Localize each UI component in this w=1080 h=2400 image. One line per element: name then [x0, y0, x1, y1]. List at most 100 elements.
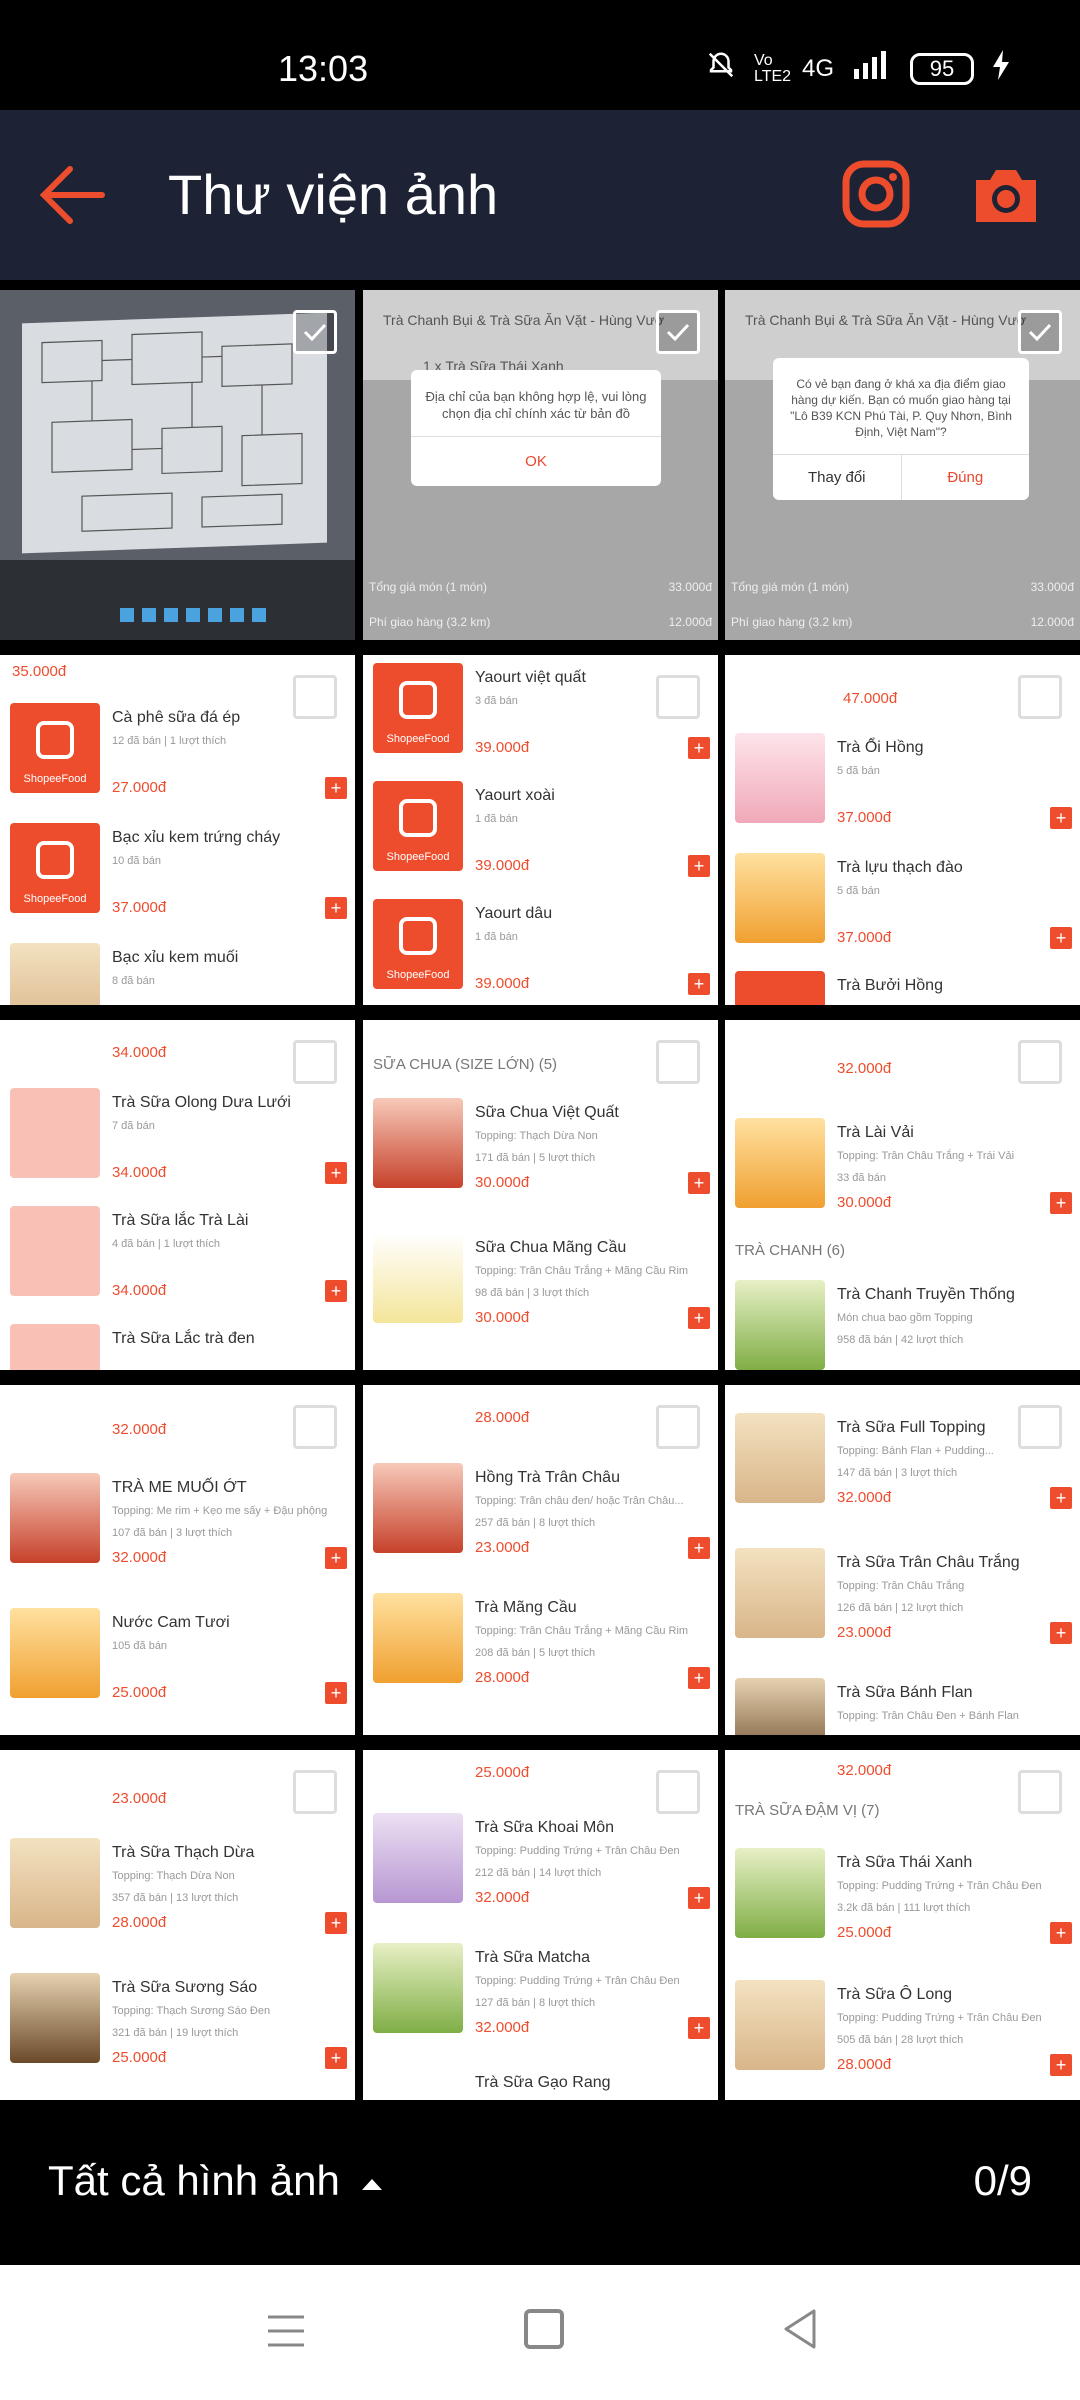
album-filter-dropdown[interactable]: Tất cả hình ảnh: [48, 2157, 384, 2205]
photo-thumbnail[interactable]: 34.000đ Trà Sữa Olong Dưa Lưới 7 đã bán …: [0, 1020, 355, 1370]
item-name: Trà Sữa Sương Sáo: [112, 1979, 258, 1996]
item-image: [10, 1206, 100, 1296]
item-image: [10, 1973, 100, 2063]
item-name: Trà Sữa Full Topping: [837, 1419, 986, 1436]
add-icon: +: [688, 737, 710, 759]
item-meta: 33 đã bán: [837, 1172, 886, 1184]
add-icon: +: [688, 2017, 710, 2039]
list-item: Trà Bưởi Hồng: [725, 963, 1080, 1005]
list-item: Trà Sữa Bánh Flan Topping: Trân Châu Đen…: [725, 1670, 1080, 1735]
item-name: Sữa Chua Việt Quất: [475, 1104, 619, 1121]
select-checkbox[interactable]: [293, 1770, 337, 1814]
item-meta: 4 đã bán | 1 lượt thích: [112, 1238, 220, 1250]
item-image: [735, 1413, 825, 1503]
item-price: 25.000đ: [112, 1684, 167, 1701]
item-meta: 171 đã bán | 5 lượt thích: [475, 1152, 596, 1164]
select-checkbox[interactable]: [293, 1040, 337, 1084]
recent-apps-button[interactable]: [266, 2313, 306, 2349]
item-image: ShopeeFood: [373, 663, 463, 753]
check-icon: [303, 1053, 327, 1072]
list-item: Nước Cam Tươi 105 đã bán 25.000đ +: [0, 1600, 355, 1720]
check-icon: [1028, 323, 1052, 342]
photo-thumbnail[interactable]: Trà Sữa Full Topping Topping: Bánh Flan …: [725, 1385, 1080, 1735]
photo-thumbnail[interactable]: 47.000đ Trà Ổi Hồng 5 đã bán 37.000đ + T…: [725, 655, 1080, 1005]
item-name: Trà Sữa Trân Châu Trắng: [837, 1554, 1020, 1571]
add-icon: +: [325, 777, 347, 799]
instagram-button[interactable]: [840, 158, 912, 230]
check-icon: [666, 1783, 690, 1802]
item-topping: Topping: Trân Châu Trắng + Mãng Cầu Rim: [475, 1625, 689, 1637]
photo-thumbnail[interactable]: 35.000đ ShopeeFood Cà phê sữa đá ép 12 đ…: [0, 655, 355, 1005]
select-checkbox[interactable]: [1018, 1405, 1062, 1449]
item-topping: Topping: Pudding Trứng + Trân Châu Đen: [475, 1845, 680, 1857]
select-checkbox[interactable]: [293, 310, 337, 354]
item-price: 23.000đ: [837, 1624, 892, 1641]
photo-thumbnail[interactable]: Trà Chanh Bụi & Trà Sữa Ăn Vặt - Hùng Vư…: [363, 290, 718, 640]
camera-button[interactable]: [970, 158, 1042, 230]
item-name: Hồng Trà Trân Châu: [475, 1469, 620, 1486]
photo-thumbnail[interactable]: 32.000đ TRÀ ME MUỐI ỚT Topping: Me rim +…: [0, 1385, 355, 1735]
select-checkbox[interactable]: [293, 675, 337, 719]
item-name: Trà Ổi Hồng: [837, 739, 924, 756]
item-price: 30.000đ: [837, 1194, 892, 1211]
photo-thumbnail[interactable]: 32.000đ TRÀ SỮA ĐẬM VỊ (7) Trà Sữa Thái …: [725, 1750, 1080, 2100]
dialog-confirm-button: Đúng: [900, 455, 1030, 500]
select-checkbox[interactable]: [1018, 1770, 1062, 1814]
add-icon: +: [1050, 1622, 1072, 1644]
check-icon: [303, 688, 327, 707]
item-price: 47.000đ: [843, 690, 898, 707]
item-price: 32.000đ: [475, 2019, 530, 2036]
item-price: 32.000đ: [112, 1549, 167, 1566]
photo-thumbnail[interactable]: 28.000đ Hồng Trà Trân Châu Topping: Trân…: [363, 1385, 718, 1735]
select-checkbox[interactable]: [1018, 675, 1062, 719]
shipping-value: 12.000đ: [1030, 615, 1074, 629]
item-image: [373, 1233, 463, 1323]
home-button[interactable]: [524, 2309, 564, 2349]
check-icon: [303, 1418, 327, 1437]
list-item: Trà Sữa lắc Trà Lài 4 đã bán | 1 lượt th…: [0, 1198, 355, 1318]
item-price: 32.000đ: [112, 1421, 167, 1438]
list-item: Trà Sữa Khoai Môn Topping: Pudding Trứng…: [363, 1805, 718, 1925]
photo-thumbnail[interactable]: 32.000đ Trà Lài Vải Topping: Trân Châu T…: [725, 1020, 1080, 1370]
item-price: 34.000đ: [112, 1164, 167, 1181]
add-icon: +: [325, 897, 347, 919]
total-label: Tổng giá món (1 món): [369, 580, 488, 594]
system-back-button[interactable]: [780, 2307, 820, 2351]
select-checkbox[interactable]: [1018, 310, 1062, 354]
photo-thumbnail[interactable]: ShopeeFood Yaourt việt quất 3 đã bán 39.…: [363, 655, 718, 1005]
select-checkbox[interactable]: [293, 1405, 337, 1449]
item-meta: 98 đã bán | 3 lượt thích: [475, 1287, 590, 1299]
list-item: Trà Sữa Lắc trà đen: [0, 1316, 355, 1370]
select-checkbox[interactable]: [656, 310, 700, 354]
add-icon: +: [1050, 807, 1072, 829]
item-price: 34.000đ: [112, 1282, 167, 1299]
check-icon: [1028, 1783, 1052, 1802]
shipping-value: 12.000đ: [668, 615, 712, 629]
system-nav-bar: [0, 2265, 1080, 2400]
photo-thumbnail[interactable]: SỮA CHUA (SIZE LỚN) (5) Sữa Chua Việt Qu…: [363, 1020, 718, 1370]
item-topping: Topping: Thạch Sương Sáo Đen: [112, 2005, 271, 2017]
item-name: Trà Sữa Gạo Rang: [475, 2074, 611, 2091]
item-topping: Món chua bao gồm Topping: [837, 1312, 973, 1324]
photo-thumbnail[interactable]: Trà Chanh Bụi & Trà Sữa Ăn Vặt - Hùng Vư…: [725, 290, 1080, 640]
item-name: Trà Sữa lắc Trà Lài: [112, 1212, 249, 1229]
item-meta: 3 đã bán: [475, 695, 518, 707]
back-button[interactable]: [36, 160, 116, 230]
select-checkbox[interactable]: [656, 1405, 700, 1449]
status-bar: 13:03 Vo LTE2 4G 95: [0, 0, 1080, 110]
item-meta: 107 đã bán | 3 lượt thích: [112, 1527, 233, 1539]
select-checkbox[interactable]: [656, 1770, 700, 1814]
photo-taskbar: [120, 608, 266, 622]
select-checkbox[interactable]: [656, 675, 700, 719]
item-meta: 5 đã bán: [837, 765, 880, 777]
select-checkbox[interactable]: [1018, 1040, 1062, 1084]
photo-thumbnail[interactable]: [0, 290, 355, 640]
item-topping: Topping: Pudding Trứng + Trân Châu Đen: [837, 2012, 1042, 2024]
select-checkbox[interactable]: [656, 1040, 700, 1084]
item-name: Yaourt việt quất: [475, 669, 586, 686]
photo-thumbnail[interactable]: 23.000đ Trà Sữa Thạch Dừa Topping: Thạch…: [0, 1750, 355, 2100]
item-image: [10, 1324, 100, 1370]
list-item: Trà Sữa Sương Sáo Topping: Thạch Sương S…: [0, 1965, 355, 2085]
photo-thumbnail[interactable]: 25.000đ Trà Sữa Khoai Môn Topping: Puddi…: [363, 1750, 718, 2100]
page-title: Thư viện ảnh: [168, 163, 499, 226]
